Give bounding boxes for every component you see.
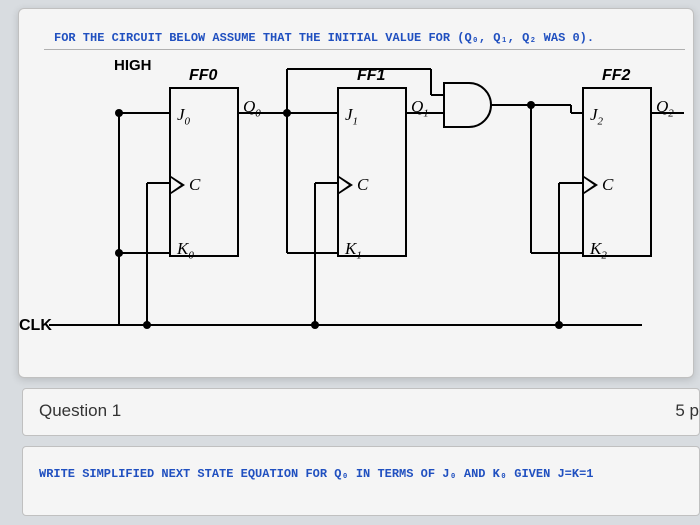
k0-pin: K0: [177, 239, 194, 261]
answer-prompt-panel: WRITE SIMPLIFIED NEXT STATE EQUATION FOR…: [22, 446, 700, 516]
k1-pin: K1: [345, 239, 362, 261]
divider: [44, 49, 685, 50]
circuit-panel: FOR THE CIRCUIT BELOW ASSUME THAT THE IN…: [18, 8, 694, 378]
c0-pin: C: [189, 175, 200, 195]
clk-label: CLK: [19, 317, 52, 335]
instruction-text: FOR THE CIRCUIT BELOW ASSUME THAT THE IN…: [54, 31, 594, 45]
high-label: HIGH: [114, 57, 152, 74]
k2-pin: K2: [590, 239, 607, 261]
ff1-label: FF1: [357, 67, 385, 85]
c1-pin: C: [357, 175, 368, 195]
flipflop-2: FF2 J2 C K2 Q2: [582, 87, 652, 257]
flipflop-1: FF1 J1 C K1 Q1: [337, 87, 407, 257]
q0-pin: Q0: [243, 97, 261, 119]
q2-pin: Q2: [656, 97, 674, 119]
ff2-label: FF2: [602, 67, 630, 85]
question-points: 5 p: [675, 401, 699, 421]
j2-pin: J2: [590, 105, 603, 127]
j1-pin: J1: [345, 105, 358, 127]
q1-pin: Q1: [411, 97, 429, 119]
answer-prompt-text: WRITE SIMPLIFIED NEXT STATE EQUATION FOR…: [39, 467, 594, 481]
question-panel: Question 1 5 p: [22, 388, 700, 436]
question-title: Question 1: [39, 401, 121, 420]
c2-pin: C: [602, 175, 613, 195]
j0-pin: J0: [177, 105, 190, 127]
ff0-label: FF0: [189, 67, 217, 85]
circuit-diagram: HIGH CLK FF0 J0 C K0 Q0 FF1 J1 C K1 Q1 F…: [19, 57, 693, 377]
flipflop-0: FF0 J0 C K0 Q0: [169, 87, 239, 257]
